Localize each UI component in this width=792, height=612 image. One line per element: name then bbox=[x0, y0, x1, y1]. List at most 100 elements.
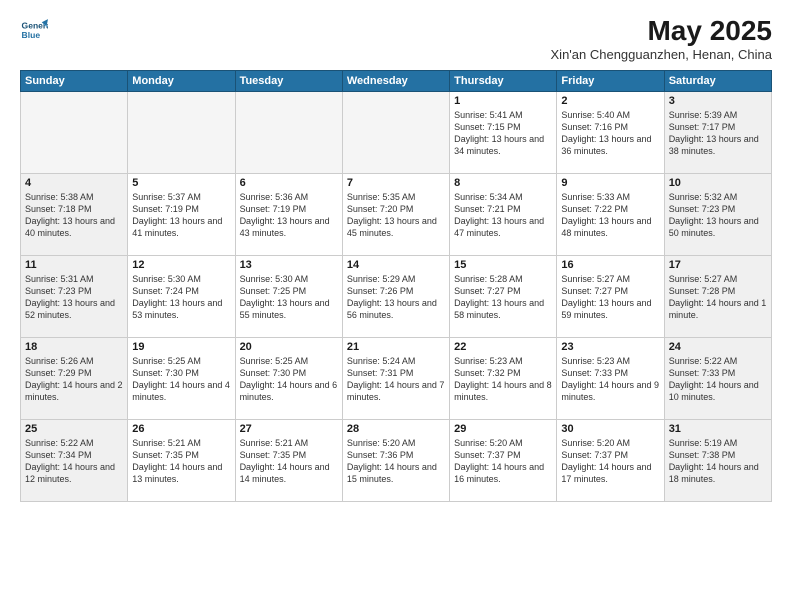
day-number: 9 bbox=[561, 177, 659, 189]
day-number: 16 bbox=[561, 259, 659, 271]
day-number: 14 bbox=[347, 259, 445, 271]
table-row: 11 Sunrise: 5:31 AMSunset: 7:23 PMDayligh… bbox=[21, 255, 128, 337]
day-info: Sunrise: 5:34 AMSunset: 7:21 PMDaylight:… bbox=[454, 192, 544, 238]
calendar-week-row: 11 Sunrise: 5:31 AMSunset: 7:23 PMDayligh… bbox=[21, 255, 772, 337]
table-row bbox=[21, 91, 128, 173]
table-row: 12 Sunrise: 5:30 AMSunset: 7:24 PMDayligh… bbox=[128, 255, 235, 337]
table-row: 8Sunrise: 5:34 AMSunset: 7:21 PMDaylight… bbox=[450, 173, 557, 255]
logo: General Blue bbox=[20, 16, 48, 44]
page-header: General Blue May 2025 Xin'an Chengguanzh… bbox=[20, 16, 772, 62]
day-info: Sunrise: 5:29 AMSunset: 7:26 PMDaylight:… bbox=[347, 274, 437, 320]
day-number: 4 bbox=[25, 177, 123, 189]
day-number: 11 bbox=[25, 259, 123, 271]
day-number: 21 bbox=[347, 341, 445, 353]
day-number: 7 bbox=[347, 177, 445, 189]
col-sunday: Sunday bbox=[21, 70, 128, 91]
day-number: 15 bbox=[454, 259, 552, 271]
col-monday: Monday bbox=[128, 70, 235, 91]
location: Xin'an Chengguanzhen, Henan, China bbox=[551, 47, 772, 62]
table-row: 28Sunrise: 5:20 AMSunset: 7:36 PMDayligh… bbox=[342, 419, 449, 501]
table-row: 24 Sunrise: 5:22 AMSunset: 7:33 PMDayligh… bbox=[664, 337, 771, 419]
day-number: 20 bbox=[240, 341, 338, 353]
col-wednesday: Wednesday bbox=[342, 70, 449, 91]
day-info: Sunrise: 5:40 AMSunset: 7:16 PMDaylight:… bbox=[561, 110, 651, 156]
table-row: 23 Sunrise: 5:23 AMSunset: 7:33 PMDayligh… bbox=[557, 337, 664, 419]
table-row: 27 Sunrise: 5:21 AMSunset: 7:35 PMDayligh… bbox=[235, 419, 342, 501]
month-year: May 2025 bbox=[551, 16, 772, 47]
day-number: 2 bbox=[561, 95, 659, 107]
col-friday: Friday bbox=[557, 70, 664, 91]
table-row: 16 Sunrise: 5:27 AMSunset: 7:27 PMDayligh… bbox=[557, 255, 664, 337]
day-number: 26 bbox=[132, 423, 230, 435]
table-row: 9 Sunrise: 5:33 AMSunset: 7:22 PMDaylight… bbox=[557, 173, 664, 255]
title-block: May 2025 Xin'an Chengguanzhen, Henan, Ch… bbox=[551, 16, 772, 62]
table-row: 2 Sunrise: 5:40 AMSunset: 7:16 PMDaylight… bbox=[557, 91, 664, 173]
day-number: 24 bbox=[669, 341, 767, 353]
day-info: Sunrise: 5:22 AMSunset: 7:34 PMDaylight:… bbox=[25, 438, 115, 484]
table-row: 31 Sunrise: 5:19 AMSunset: 7:38 PMDayligh… bbox=[664, 419, 771, 501]
table-row: 26 Sunrise: 5:21 AMSunset: 7:35 PMDayligh… bbox=[128, 419, 235, 501]
day-number: 6 bbox=[240, 177, 338, 189]
table-row: 14 Sunrise: 5:29 AMSunset: 7:26 PMDayligh… bbox=[342, 255, 449, 337]
table-row: 10Sunrise: 5:32 AMSunset: 7:23 PMDayligh… bbox=[664, 173, 771, 255]
day-number: 5 bbox=[132, 177, 230, 189]
day-info: Sunrise: 5:33 AMSunset: 7:22 PMDaylight:… bbox=[561, 192, 651, 238]
table-row: 7 Sunrise: 5:35 AMSunset: 7:20 PMDaylight… bbox=[342, 173, 449, 255]
logo-icon: General Blue bbox=[20, 16, 48, 44]
day-number: 27 bbox=[240, 423, 338, 435]
day-info: Sunrise: 5:30 AMSunset: 7:24 PMDaylight:… bbox=[132, 274, 222, 320]
calendar-week-row: 4 Sunrise: 5:38 AMSunset: 7:18 PMDaylight… bbox=[21, 173, 772, 255]
table-row: 5 Sunrise: 5:37 AMSunset: 7:19 PMDaylight… bbox=[128, 173, 235, 255]
calendar-week-row: 1 Sunrise: 5:41 AMSunset: 7:15 PMDaylight… bbox=[21, 91, 772, 173]
day-number: 28 bbox=[347, 423, 445, 435]
day-info: Sunrise: 5:21 AMSunset: 7:35 PMDaylight:… bbox=[240, 438, 330, 484]
day-info: Sunrise: 5:38 AMSunset: 7:18 PMDaylight:… bbox=[25, 192, 115, 238]
day-info: Sunrise: 5:27 AMSunset: 7:28 PMDaylight:… bbox=[669, 274, 767, 320]
calendar: Sunday Monday Tuesday Wednesday Thursday… bbox=[20, 70, 772, 502]
calendar-header-row: Sunday Monday Tuesday Wednesday Thursday… bbox=[21, 70, 772, 91]
day-info: Sunrise: 5:19 AMSunset: 7:38 PMDaylight:… bbox=[669, 438, 759, 484]
day-info: Sunrise: 5:21 AMSunset: 7:35 PMDaylight:… bbox=[132, 438, 222, 484]
table-row bbox=[342, 91, 449, 173]
table-row: 22 Sunrise: 5:23 AMSunset: 7:32 PMDayligh… bbox=[450, 337, 557, 419]
col-tuesday: Tuesday bbox=[235, 70, 342, 91]
table-row: 18 Sunrise: 5:26 AMSunset: 7:29 PMDayligh… bbox=[21, 337, 128, 419]
day-info: Sunrise: 5:28 AMSunset: 7:27 PMDaylight:… bbox=[454, 274, 544, 320]
day-info: Sunrise: 5:41 AMSunset: 7:15 PMDaylight:… bbox=[454, 110, 544, 156]
day-info: Sunrise: 5:31 AMSunset: 7:23 PMDaylight:… bbox=[25, 274, 115, 320]
table-row: 1 Sunrise: 5:41 AMSunset: 7:15 PMDaylight… bbox=[450, 91, 557, 173]
day-info: Sunrise: 5:23 AMSunset: 7:33 PMDaylight:… bbox=[561, 356, 659, 402]
day-info: Sunrise: 5:22 AMSunset: 7:33 PMDaylight:… bbox=[669, 356, 759, 402]
table-row: 6Sunrise: 5:36 AMSunset: 7:19 PMDaylight… bbox=[235, 173, 342, 255]
day-number: 30 bbox=[561, 423, 659, 435]
day-info: Sunrise: 5:20 AMSunset: 7:37 PMDaylight:… bbox=[454, 438, 544, 484]
table-row: 30Sunrise: 5:20 AMSunset: 7:37 PMDayligh… bbox=[557, 419, 664, 501]
table-row: 3Sunrise: 5:39 AMSunset: 7:17 PMDaylight… bbox=[664, 91, 771, 173]
table-row: 19Sunrise: 5:25 AMSunset: 7:30 PMDayligh… bbox=[128, 337, 235, 419]
table-row: 4 Sunrise: 5:38 AMSunset: 7:18 PMDaylight… bbox=[21, 173, 128, 255]
day-number: 1 bbox=[454, 95, 552, 107]
day-info: Sunrise: 5:30 AMSunset: 7:25 PMDaylight:… bbox=[240, 274, 330, 320]
day-info: Sunrise: 5:32 AMSunset: 7:23 PMDaylight:… bbox=[669, 192, 759, 238]
day-info: Sunrise: 5:23 AMSunset: 7:32 PMDaylight:… bbox=[454, 356, 552, 402]
day-number: 22 bbox=[454, 341, 552, 353]
table-row bbox=[128, 91, 235, 173]
table-row: 17 Sunrise: 5:27 AMSunset: 7:28 PMDayligh… bbox=[664, 255, 771, 337]
day-info: Sunrise: 5:26 AMSunset: 7:29 PMDaylight:… bbox=[25, 356, 123, 402]
day-info: Sunrise: 5:37 AMSunset: 7:19 PMDaylight:… bbox=[132, 192, 222, 238]
day-number: 31 bbox=[669, 423, 767, 435]
day-number: 23 bbox=[561, 341, 659, 353]
day-info: Sunrise: 5:35 AMSunset: 7:20 PMDaylight:… bbox=[347, 192, 437, 238]
day-number: 18 bbox=[25, 341, 123, 353]
table-row: 21 Sunrise: 5:24 AMSunset: 7:31 PMDayligh… bbox=[342, 337, 449, 419]
table-row: 15 Sunrise: 5:28 AMSunset: 7:27 PMDayligh… bbox=[450, 255, 557, 337]
calendar-week-row: 25Sunrise: 5:22 AMSunset: 7:34 PMDayligh… bbox=[21, 419, 772, 501]
svg-text:Blue: Blue bbox=[22, 30, 41, 40]
day-info: Sunrise: 5:27 AMSunset: 7:27 PMDaylight:… bbox=[561, 274, 651, 320]
table-row: 20Sunrise: 5:25 AMSunset: 7:30 PMDayligh… bbox=[235, 337, 342, 419]
day-number: 17 bbox=[669, 259, 767, 271]
day-info: Sunrise: 5:24 AMSunset: 7:31 PMDaylight:… bbox=[347, 356, 445, 402]
table-row: 29Sunrise: 5:20 AMSunset: 7:37 PMDayligh… bbox=[450, 419, 557, 501]
col-thursday: Thursday bbox=[450, 70, 557, 91]
day-number: 12 bbox=[132, 259, 230, 271]
